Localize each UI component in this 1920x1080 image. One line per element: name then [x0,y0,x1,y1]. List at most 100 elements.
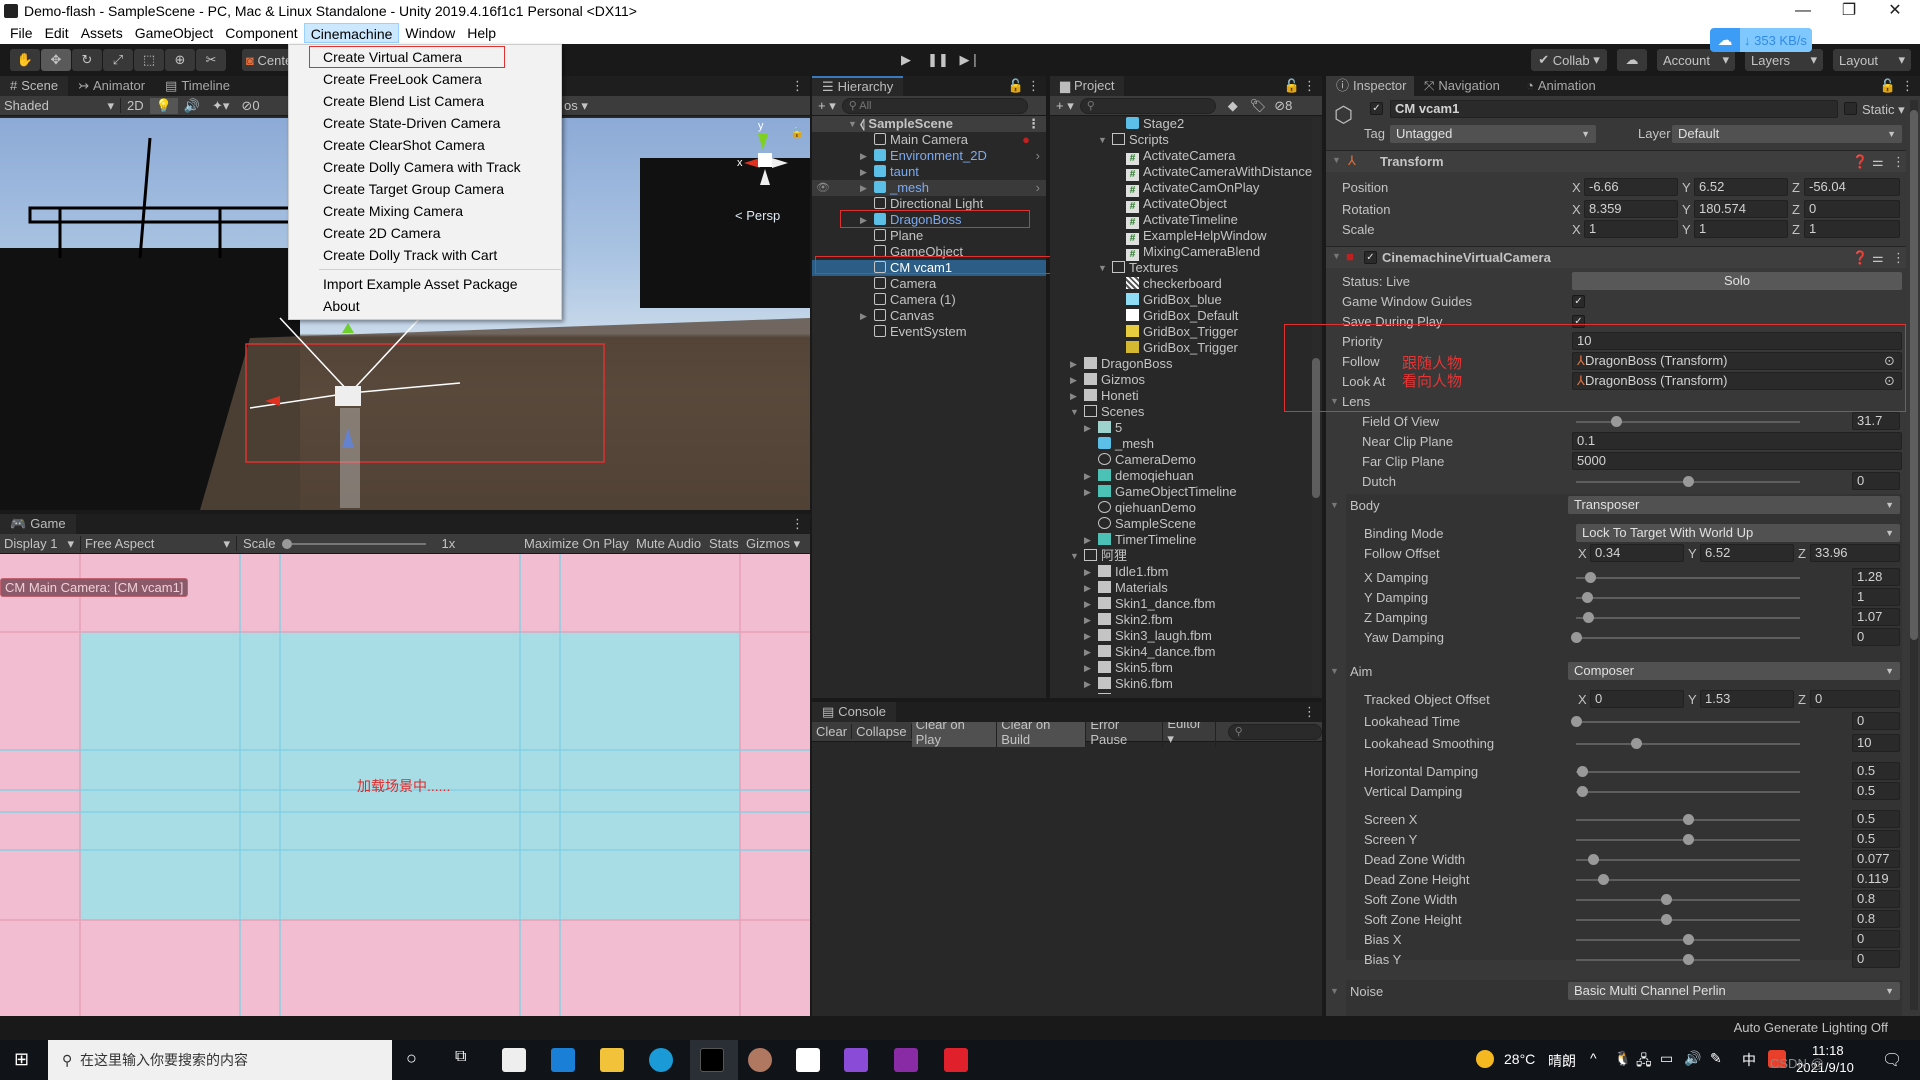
object-picker-icon[interactable]: ⊙ [1884,373,1895,389]
taskbar-search-input[interactable]: ⚲ 在这里输入你要搜索的内容 [48,1040,392,1080]
expand-arrow-icon[interactable]: ▶ [860,148,867,164]
hierarchy-item[interactable]: Camera (1) [812,292,1046,308]
pen-icon[interactable]: ✎ [1710,1050,1722,1067]
scale-slider-knob[interactable] [281,538,292,549]
bias-x-field[interactable]: 0 [1852,930,1900,948]
axis-x-label[interactable]: X [1572,180,1581,195]
expand-arrow-icon[interactable]: ▶ [1084,692,1091,694]
help-icon[interactable]: ❓ [1852,154,1868,170]
dead-zone-width-field[interactable]: 0.077 [1852,850,1900,868]
visual-studio-icon[interactable] [844,1048,868,1072]
pause-button[interactable]: ❚❚ [924,50,952,70]
project-item[interactable]: ▼ Textures [1050,260,1322,276]
project-item[interactable]: CameraDemo [1050,452,1322,468]
menu-item-create-dolly-camera-with-track[interactable]: Create Dolly Camera with Track [289,156,561,178]
clear-button[interactable]: Clear [812,724,853,739]
inspector-scrollbar[interactable] [1910,100,1918,1010]
gizmos-toggle[interactable]: Gizmos ▾ [742,536,804,552]
expand-arrow-icon[interactable]: ▶ [1084,580,1091,596]
collapse-arrow-icon[interactable]: ▼ [1330,500,1339,510]
play-button[interactable]: ▶ [892,50,920,70]
project-item[interactable]: ▶ Skin3_laugh.fbm [1050,628,1322,644]
menu-item-create-dolly-track-with-cart[interactable]: Create Dolly Track with Cart [289,244,561,266]
yaw-damping-slider-knob[interactable] [1571,632,1582,643]
close-button[interactable]: ✕ [1872,0,1918,22]
preset-icon[interactable]: ⚌ [1872,250,1884,266]
tab-navigation[interactable]: ⤧ Navigation [1414,76,1510,96]
tab-project[interactable]: ▆ Project [1050,76,1125,96]
layout-dropdown[interactable]: Layout ▾ [1833,49,1911,71]
expand-arrow-icon[interactable]: ▶ [1084,628,1091,644]
vertical-damping-slider-knob[interactable] [1576,786,1588,797]
axis-z-label[interactable]: Z [1792,202,1800,217]
display-dropdown[interactable]: Display 1 ▾ [0,536,80,552]
project-scrollbar-thumb[interactable] [1312,358,1320,498]
z-damping-field[interactable]: 1.07 [1852,608,1900,626]
bias-y-field[interactable]: 0 [1852,950,1900,968]
vcam-header[interactable]: ▼ ■ ✓ CinemachineVirtualCamera ❓ ⚌ ⋮ [1326,246,1906,268]
project-item[interactable]: _mesh [1050,436,1322,452]
axis-y-label[interactable]: Y [1682,180,1691,195]
project-item[interactable]: ▶ GameObjectTimeline [1050,484,1322,500]
volume-icon[interactable]: 🔊 [1684,1050,1701,1067]
hierarchy-item[interactable]: ▶ Environment_2D › [812,148,1046,164]
dead-zone-width-slider-track[interactable] [1576,859,1800,861]
expand-arrow-icon[interactable]: ▶ [860,308,867,324]
y-damping-field[interactable]: 1 [1852,588,1900,606]
lock-icon[interactable]: 🔓 [1008,78,1024,94]
project-item[interactable]: ▼ 阿狸 [1050,548,1322,564]
tab-timeline[interactable]: ▤ Timeline [155,76,240,96]
project-item[interactable]: ▶ Materials [1050,580,1322,596]
hierarchy-item[interactable]: Plane [812,228,1046,244]
near-clip-plane-field[interactable]: 0.1 [1572,432,1902,450]
expand-arrow-icon[interactable]: ▶ [860,180,867,196]
dutch-slider-knob[interactable] [1683,476,1694,487]
project-item[interactable]: # ExampleHelpWindow [1050,228,1322,245]
x-damping-slider-track[interactable] [1576,577,1800,579]
lookahead-time-slider-track[interactable] [1576,721,1800,723]
vertical-damping-slider-track[interactable] [1576,791,1800,793]
dead-zone-height-field[interactable]: 0.119 [1852,870,1900,888]
lock-icon[interactable]: 🔓 [1284,78,1300,94]
filter-by-type-icon[interactable]: ◆ [1222,98,1244,114]
transform-scale-x[interactable]: 1 [1584,220,1678,238]
field-of-view-slider-track[interactable] [1576,421,1800,423]
projection-label[interactable]: < Persp [735,208,780,223]
shading-dropdown[interactable]: Shaded ▾ [0,98,120,114]
expand-arrow-icon[interactable]: ▶ [1070,372,1077,388]
dead-zone-height-slider-knob[interactable] [1597,874,1609,885]
z-damping-slider-knob[interactable] [1583,612,1595,623]
follow-target-field[interactable]: ⅄DragonBoss (Transform) [1572,352,1902,370]
net-speed-widget[interactable]: ☁ ↓ 353 KB/s [1710,28,1812,52]
lighting-status[interactable]: Auto Generate Lighting Off [1734,1020,1888,1035]
priority-field[interactable]: 10 [1572,332,1902,350]
menu-item-create-target-group-camera[interactable]: Create Target Group Camera [289,178,561,200]
field-of-view-slider-knob[interactable] [1611,416,1623,427]
lookahead-time-slider-knob[interactable] [1571,716,1582,727]
screen-y-slider-knob[interactable] [1683,834,1694,845]
expand-arrow-icon[interactable]: ▶ [1084,596,1091,612]
field-of-view-field[interactable]: 31.7 [1852,412,1900,430]
y-damping-slider-track[interactable] [1576,597,1800,599]
project-item[interactable]: ▶ Skin7_recall.fbm [1050,692,1322,694]
hierarchy-item[interactable]: CM vcam1 [812,260,1046,276]
x-damping-slider-knob[interactable] [1585,572,1597,583]
transform-scale-y[interactable]: 1 [1694,220,1788,238]
preset-icon[interactable]: ⚌ [1872,154,1884,170]
project-item[interactable]: ▼ Scripts [1050,132,1322,148]
inspector-scrollbar-thumb[interactable] [1910,110,1918,640]
project-item[interactable]: ▶ DragonBoss [1050,356,1322,372]
soft-zone-width-slider-track[interactable] [1576,899,1800,901]
expand-arrow-icon[interactable]: ▶ [1084,644,1091,660]
project-item[interactable]: GridBox_Trigger [1050,324,1322,340]
gizmo-neg-x-axis[interactable] [772,158,788,168]
2d-toggle[interactable]: 2D [120,98,150,113]
maximize-on-play-toggle[interactable]: Maximize On Play [520,536,633,551]
project-item[interactable]: # ActivateCamera [1050,148,1322,165]
collapse-toggle[interactable]: Collapse [852,724,912,739]
collapse-arrow-icon[interactable]: ▼ [1098,132,1107,148]
gizmo-y-axis[interactable] [758,134,768,150]
dead-zone-height-slider-track[interactable] [1576,879,1800,881]
transform-header[interactable]: ▼ ⅄ Transform ❓ ⚌ ⋮ [1326,150,1906,172]
menu-file[interactable]: File [4,23,39,43]
